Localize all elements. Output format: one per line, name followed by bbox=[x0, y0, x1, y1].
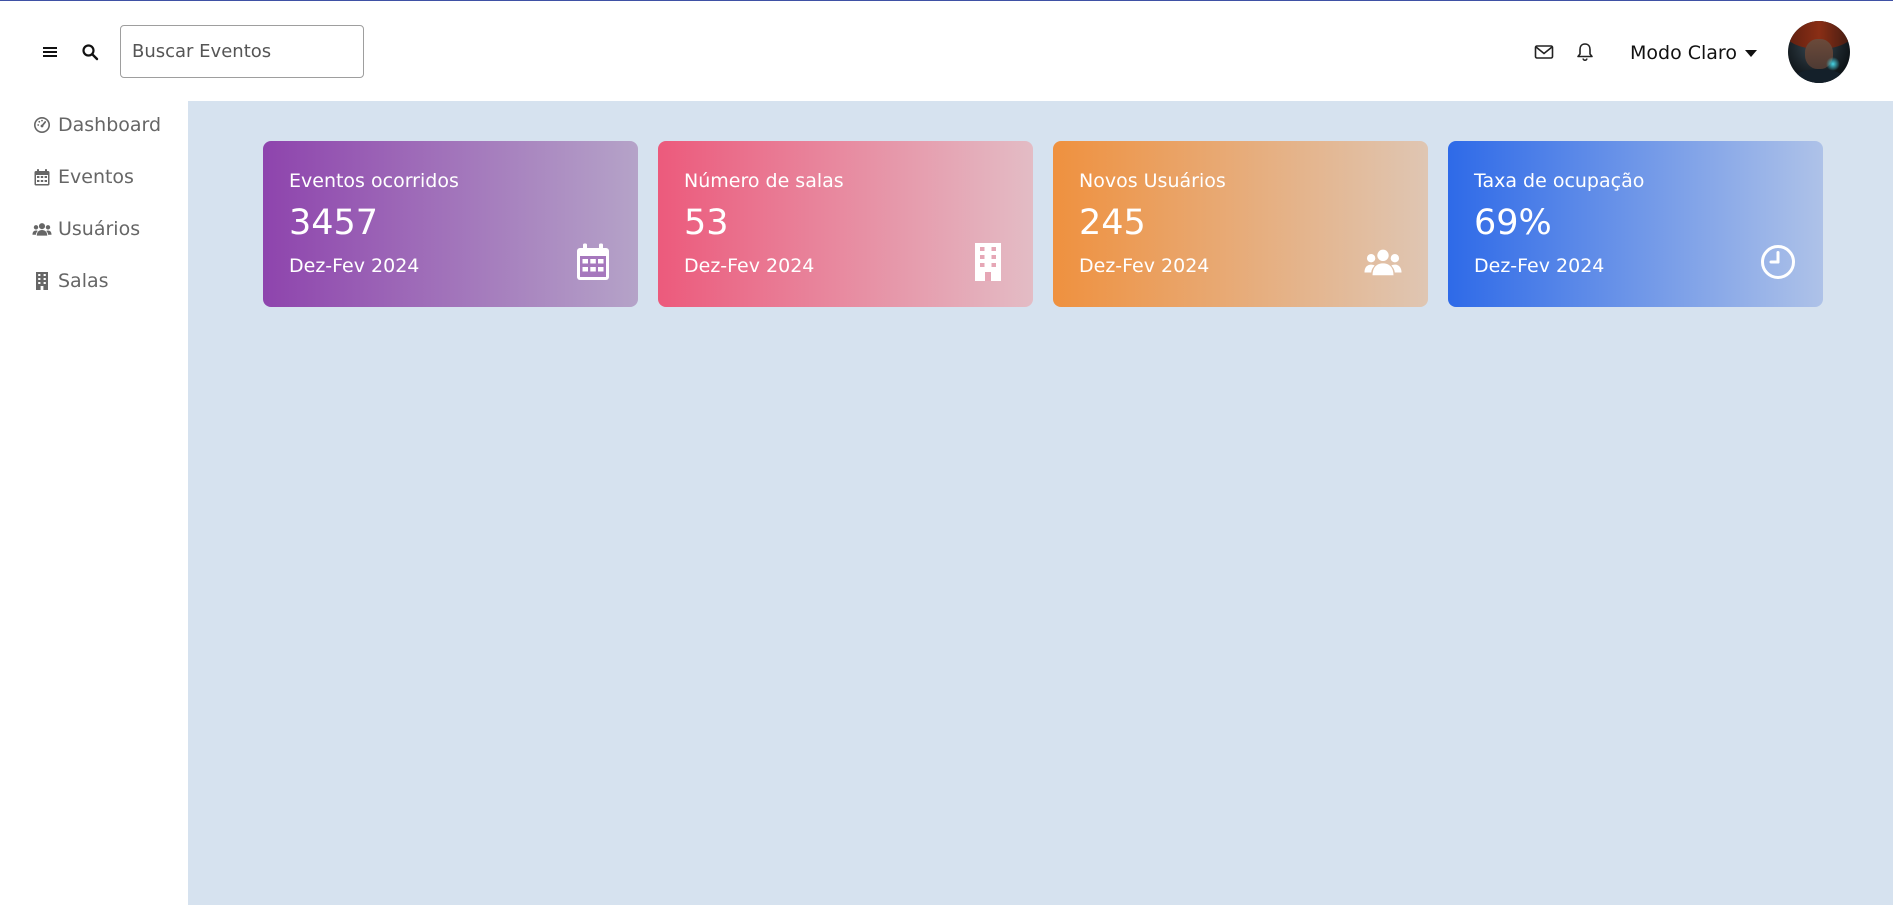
sidebar-item-usuarios[interactable]: Usuários bbox=[32, 214, 140, 244]
sidebar-item-label: Usuários bbox=[58, 218, 141, 240]
search-button[interactable] bbox=[76, 38, 104, 66]
calendar-icon bbox=[574, 243, 612, 281]
theme-mode-dropdown[interactable]: Modo Claro bbox=[1630, 39, 1757, 67]
card-value: 3457 bbox=[289, 203, 379, 243]
stat-card-eventos[interactable]: Eventos ocorridos 3457 Dez-Fev 2024 bbox=[263, 141, 638, 307]
building-icon bbox=[32, 271, 52, 291]
menu-icon bbox=[43, 47, 57, 57]
search-icon bbox=[82, 44, 99, 61]
card-period: Dez-Fev 2024 bbox=[289, 255, 420, 277]
card-title: Taxa de ocupação bbox=[1474, 170, 1645, 192]
card-value: 53 bbox=[684, 203, 729, 243]
card-period: Dez-Fev 2024 bbox=[684, 255, 815, 277]
sidebar-item-label: Eventos bbox=[58, 166, 134, 188]
card-title: Novos Usuários bbox=[1079, 170, 1226, 192]
users-icon bbox=[32, 219, 52, 239]
menu-toggle-button[interactable] bbox=[36, 38, 64, 66]
bell-icon bbox=[1577, 43, 1593, 62]
building-icon bbox=[969, 243, 1007, 281]
card-title: Eventos ocorridos bbox=[289, 170, 459, 192]
dashboard-content: Eventos ocorridos 3457 Dez-Fev 2024 Núme… bbox=[188, 101, 1893, 905]
card-value: 245 bbox=[1079, 203, 1146, 243]
sidebar: Dashboard Eventos Usuários Salas bbox=[0, 101, 188, 905]
calendar-icon bbox=[32, 167, 52, 187]
search-events-input[interactable] bbox=[120, 25, 364, 78]
sidebar-item-dashboard[interactable]: Dashboard bbox=[32, 110, 161, 140]
gauge-icon bbox=[32, 115, 52, 135]
sidebar-item-eventos[interactable]: Eventos bbox=[32, 162, 134, 192]
messages-button[interactable] bbox=[1530, 38, 1558, 66]
users-icon bbox=[1364, 243, 1402, 281]
sidebar-item-salas[interactable]: Salas bbox=[32, 266, 109, 296]
card-title: Número de salas bbox=[684, 170, 844, 192]
caret-down-icon bbox=[1744, 49, 1757, 57]
top-navbar: Modo Claro bbox=[0, 1, 1893, 101]
mail-icon bbox=[1534, 45, 1554, 59]
card-period: Dez-Fev 2024 bbox=[1474, 255, 1605, 277]
stat-card-salas[interactable]: Número de salas 53 Dez-Fev 2024 bbox=[658, 141, 1033, 307]
user-avatar[interactable] bbox=[1788, 21, 1850, 83]
card-value: 69% bbox=[1474, 203, 1552, 243]
theme-mode-label: Modo Claro bbox=[1630, 42, 1737, 64]
notifications-button[interactable] bbox=[1571, 38, 1599, 66]
sidebar-item-label: Dashboard bbox=[58, 114, 162, 136]
card-period: Dez-Fev 2024 bbox=[1079, 255, 1210, 277]
stat-card-usuarios[interactable]: Novos Usuários 245 Dez-Fev 2024 bbox=[1053, 141, 1428, 307]
clock-icon bbox=[1759, 243, 1797, 281]
sidebar-item-label: Salas bbox=[58, 270, 109, 292]
stat-card-ocupacao[interactable]: Taxa de ocupação 69% Dez-Fev 2024 bbox=[1448, 141, 1823, 307]
